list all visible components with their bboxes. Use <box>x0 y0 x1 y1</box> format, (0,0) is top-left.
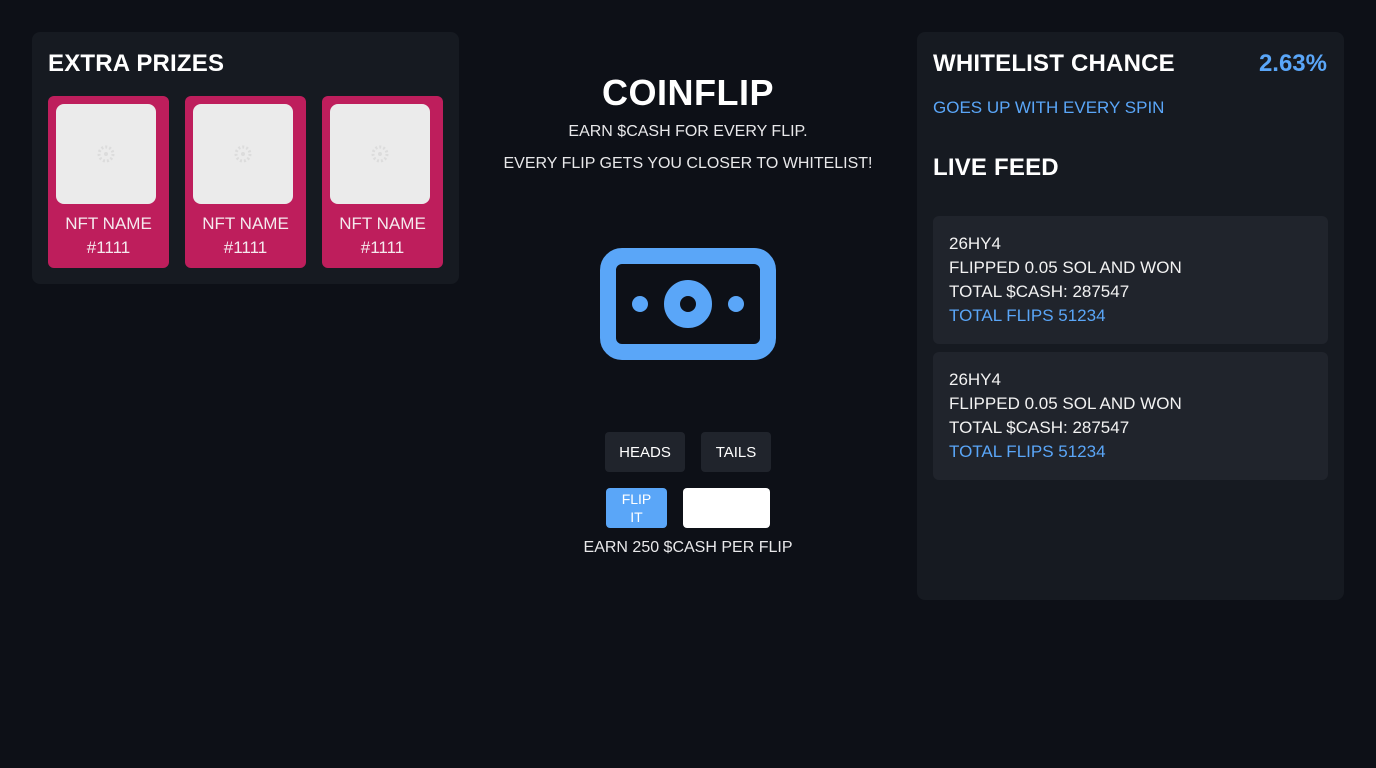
flip-it-button[interactable]: FLIP IT <box>606 488 667 528</box>
cash-icon <box>600 248 776 360</box>
feed-user: 26HY4 <box>949 234 1001 253</box>
feed-total-cash: TOTAL $CASH: 287547 <box>949 282 1130 301</box>
game-subtitle: EARN $CASH FOR EVERY FLIP. <box>568 123 808 140</box>
feed-action: FLIPPED 0.05 SOL AND WON <box>949 258 1182 277</box>
extra-prizes-panel: EXTRA PRIZES NFT NAME #1111 NFT NAME #11… <box>32 32 459 284</box>
feed-total-flips: TOTAL FLIPS 51234 <box>949 306 1106 325</box>
whitelist-chance-title: WHITELIST CHANCE <box>933 50 1175 77</box>
feed-user: 26HY4 <box>949 370 1001 389</box>
prize-number: #1111 <box>360 238 405 257</box>
bet-amount-input[interactable] <box>683 488 770 528</box>
extra-prizes-title: EXTRA PRIZES <box>48 50 225 77</box>
image-placeholder-icon <box>56 104 156 204</box>
feed-total-flips: TOTAL FLIPS 51234 <box>949 442 1106 461</box>
prize-name: NFT NAME <box>202 214 289 233</box>
feed-item: 26HY4 FLIPPED 0.05 SOL AND WON TOTAL $CA… <box>933 216 1328 344</box>
image-placeholder-icon <box>193 104 293 204</box>
tails-button[interactable]: TAILS <box>701 432 771 472</box>
game-subtitle-whitelist: EVERY FLIP GETS YOU CLOSER TO WHITELIST! <box>503 155 873 172</box>
live-feed-title: LIVE FEED <box>933 154 1059 181</box>
prize-card[interactable]: NFT NAME #1111 <box>48 96 169 268</box>
page-title: COINFLIP <box>602 72 774 113</box>
feed-item: 26HY4 FLIPPED 0.05 SOL AND WON TOTAL $CA… <box>933 352 1328 480</box>
prize-number: #1111 <box>86 238 131 257</box>
prize-card-list: NFT NAME #1111 NFT NAME #1111 NFT NAME #… <box>48 96 443 268</box>
whitelist-chance-value: 2.63% <box>1258 50 1327 77</box>
whitelist-panel: WHITELIST CHANCE 2.63% GOES UP WITH EVER… <box>917 32 1344 600</box>
feed-action: FLIPPED 0.05 SOL AND WON <box>949 394 1182 413</box>
heads-button[interactable]: HEADS <box>605 432 685 472</box>
prize-name: NFT NAME <box>339 214 426 233</box>
whitelist-subtitle: GOES UP WITH EVERY SPIN <box>933 98 1165 117</box>
prize-card[interactable]: NFT NAME #1111 <box>185 96 306 268</box>
feed-total-cash: TOTAL $CASH: 287547 <box>949 418 1130 437</box>
image-placeholder-icon <box>330 104 430 204</box>
earn-per-flip-text: EARN 250 $CASH PER FLIP <box>583 539 793 556</box>
prize-number: #1111 <box>223 238 268 257</box>
prize-name: NFT NAME <box>65 214 152 233</box>
coinflip-game: COINFLIP EARN $CASH FOR EVERY FLIP. EVER… <box>459 0 917 768</box>
prize-card[interactable]: NFT NAME #1111 <box>322 96 443 268</box>
